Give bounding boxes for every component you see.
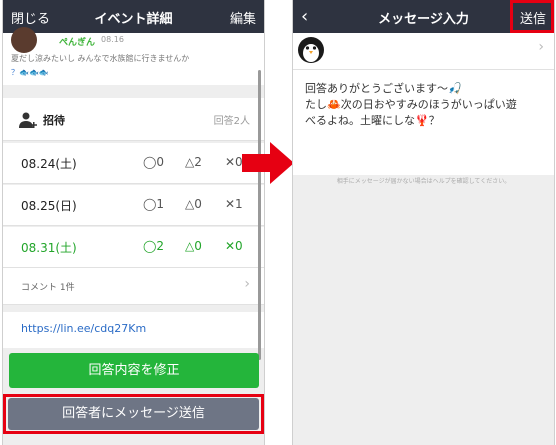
post-emoji-line: ？🐟🐟🐟 — [11, 68, 49, 77]
message-line: 回答ありがとうございます〜🎣 — [305, 82, 462, 95]
maybe-count: △2 — [185, 155, 202, 169]
message-responders-button[interactable]: 回答者にメッセージ送信 — [8, 398, 259, 430]
add-person-icon — [19, 112, 37, 128]
highlight-box — [510, 0, 554, 33]
no-count: ✕1 — [225, 197, 243, 211]
post-text: 夏だし涼みたいし みんなで水族館に行きませんか — [11, 54, 190, 63]
date-row[interactable]: 08.24(土) ◯0 △2 ✕0 — [3, 143, 264, 184]
no-count: ✕0 — [225, 155, 243, 169]
yes-count: ◯0 — [143, 155, 165, 169]
link-row: https://lin.ee/cdq27Km — [3, 312, 264, 348]
chevron-right-icon: › — [538, 39, 544, 55]
scrollbar[interactable] — [258, 70, 261, 360]
message-textarea[interactable]: 回答ありがとうございます〜🎣 たし🦀次の日おやすみのほうがいっぱい遊 べるよね。… — [293, 70, 554, 175]
date-row[interactable]: 08.31(土) ◯2 △0 ✕0 — [3, 227, 264, 268]
avatar — [11, 27, 37, 53]
post-date: 08.16 — [101, 35, 124, 44]
event-link[interactable]: https://lin.ee/cdq27Km — [21, 322, 146, 335]
comment-row[interactable]: コメント 1件 › — [3, 268, 264, 305]
event-post: ぺんぎん 08.16 夏だし涼みたいし みんなで水族館に行きませんか ？🐟🐟🐟 — [3, 27, 264, 85]
message-input-screen: ‹ メッセージ入力 送信 › 回答ありがとうございます〜🎣 たし🦀次の日おやすみ… — [292, 0, 555, 445]
response-count: 回答2人 — [213, 116, 250, 127]
date-row[interactable]: 08.25(日) ◯1 △0 ✕1 — [3, 185, 264, 226]
message-line: たし🦀次の日おやすみのほうがいっぱい遊 — [305, 98, 517, 111]
invite-header: 招待 回答2人 — [3, 98, 264, 141]
message-line: べるよね。土曜にしな🦞？ — [305, 114, 440, 127]
maybe-count: △0 — [185, 239, 202, 253]
maybe-count: △0 — [185, 197, 202, 211]
recipient-row[interactable]: › — [293, 33, 554, 70]
navbar: ‹ メッセージ入力 送信 — [293, 0, 554, 33]
invite-label: 招待 — [43, 114, 65, 127]
yes-count: ◯2 — [143, 239, 165, 253]
navbar: 閉じる イベント詳細 編集 — [3, 0, 264, 33]
penguin-avatar — [298, 37, 324, 63]
arrow-right-icon — [242, 142, 294, 184]
modify-answer-button[interactable]: 回答内容を修正 — [9, 353, 259, 388]
comment-label: コメント 1件 — [21, 283, 75, 293]
edit-button[interactable]: 編集 — [230, 8, 256, 27]
no-count: ✕0 — [225, 239, 243, 253]
yes-count: ◯1 — [143, 197, 165, 211]
date-label: 08.25(日) — [21, 199, 77, 213]
help-text: 相手にメッセージが届かない場合はヘルプを確認してください。 — [336, 178, 511, 185]
date-label: 08.31(土) — [21, 241, 77, 255]
event-detail-screen: 閉じる イベント詳細 編集 ぺんぎん 08.16 夏だし涼みたいし みんなで水族… — [2, 0, 265, 445]
date-label: 08.24(土) — [21, 157, 77, 171]
chevron-right-icon: › — [244, 276, 250, 292]
page-title: イベント詳細 — [94, 12, 173, 27]
poster-name: ぺんぎん — [59, 38, 96, 48]
